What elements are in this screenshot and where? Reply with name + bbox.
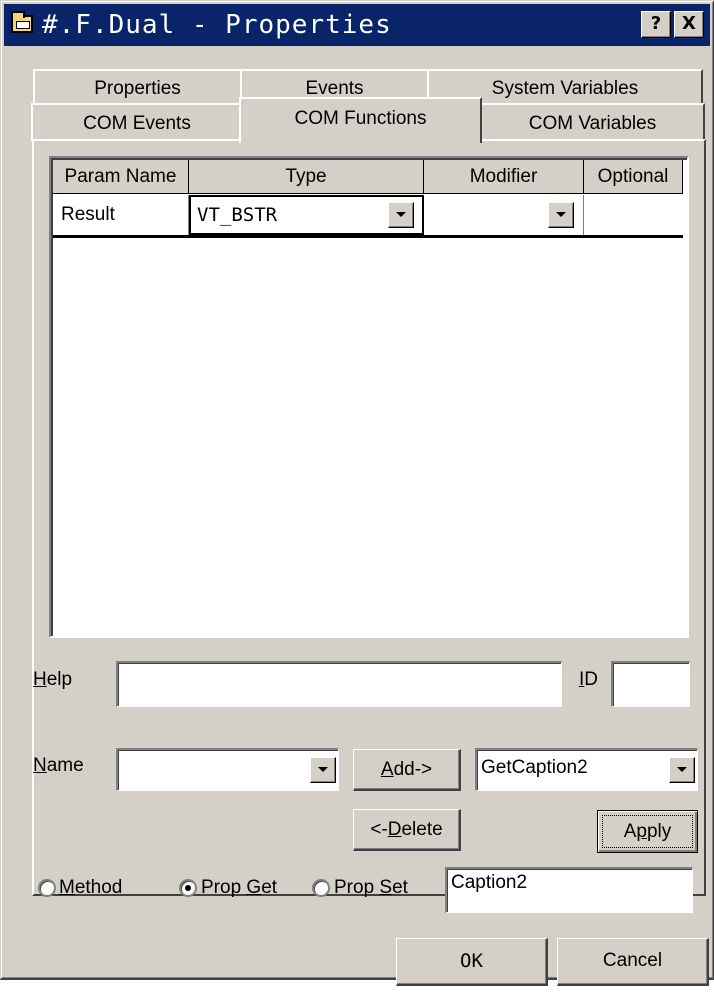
name-label: Name	[33, 755, 84, 776]
modifier-dropdown-arrow-icon[interactable]	[548, 202, 574, 228]
tab-com-variables[interactable]: COM Variables	[480, 103, 705, 141]
cancel-button[interactable]: Cancel	[557, 938, 709, 986]
type-combobox-value: VT_BSTR	[197, 204, 278, 226]
tab-com-events[interactable]: COM Events	[31, 103, 243, 141]
tab-properties-label: Properties	[94, 78, 181, 99]
tab-properties[interactable]: Properties	[33, 69, 242, 105]
ok-button[interactable]: OK	[396, 938, 548, 986]
grid-body: Param Name Type Modifier Optional Result…	[51, 158, 687, 636]
type-combobox[interactable]: VT_BSTR	[189, 195, 424, 235]
focus-rect	[602, 815, 693, 848]
delete-button[interactable]: <-Delete	[353, 809, 461, 851]
col-header-type[interactable]: Type	[189, 160, 424, 194]
name-combobox[interactable]	[116, 748, 339, 791]
modifier-combobox[interactable]	[424, 195, 584, 235]
help-label: Help	[33, 669, 73, 690]
close-button[interactable]: X	[674, 11, 704, 38]
window-title: #.F.Dual - Properties	[42, 10, 392, 40]
properties-dialog: #.F.Dual - Properties ? X Properties Eve…	[0, 0, 714, 986]
col-header-param-name[interactable]: Param Name	[53, 160, 189, 194]
cell-param-name[interactable]: Result	[53, 195, 189, 235]
add-button[interactable]: Add->	[353, 749, 461, 791]
function-select-value: GetCaption2	[481, 757, 588, 778]
col-header-modifier[interactable]: Modifier	[424, 160, 584, 194]
type-dropdown-arrow-icon[interactable]	[388, 202, 414, 228]
tab-com-variables-label: COM Variables	[528, 113, 657, 134]
function-select[interactable]: GetCaption2	[475, 748, 698, 791]
tab-com-functions[interactable]: COM Functions	[239, 97, 482, 143]
radio-prop-set[interactable]	[312, 879, 330, 897]
cell-optional[interactable]	[584, 195, 683, 235]
radio-prop-get[interactable]	[179, 879, 197, 897]
tab-com-events-label: COM Events	[83, 113, 191, 134]
title-bar[interactable]: #.F.Dual - Properties ? X	[4, 4, 710, 46]
help-button[interactable]: ?	[641, 11, 671, 38]
function-dropdown-arrow-icon[interactable]	[669, 757, 695, 783]
apply-button[interactable]: Apply	[597, 810, 698, 853]
radio-prop-get-label[interactable]: Prop Get	[201, 877, 277, 899]
name-dropdown-arrow-icon[interactable]	[310, 757, 336, 783]
radio-prop-set-label[interactable]: Prop Set	[334, 877, 408, 899]
col-header-optional[interactable]: Optional	[584, 160, 683, 194]
param-grid[interactable]: Param Name Type Modifier Optional Result…	[49, 156, 689, 638]
tab-com-functions-label: COM Functions	[294, 108, 427, 129]
folder-icon	[11, 11, 33, 33]
id-input[interactable]	[611, 661, 690, 707]
help-input[interactable]	[116, 661, 562, 707]
caption-input[interactable]: Caption2	[445, 867, 693, 913]
row-separator	[53, 235, 683, 238]
radio-method-label[interactable]: Method	[59, 877, 122, 899]
radio-method[interactable]	[38, 879, 56, 897]
id-label: ID	[579, 669, 599, 690]
